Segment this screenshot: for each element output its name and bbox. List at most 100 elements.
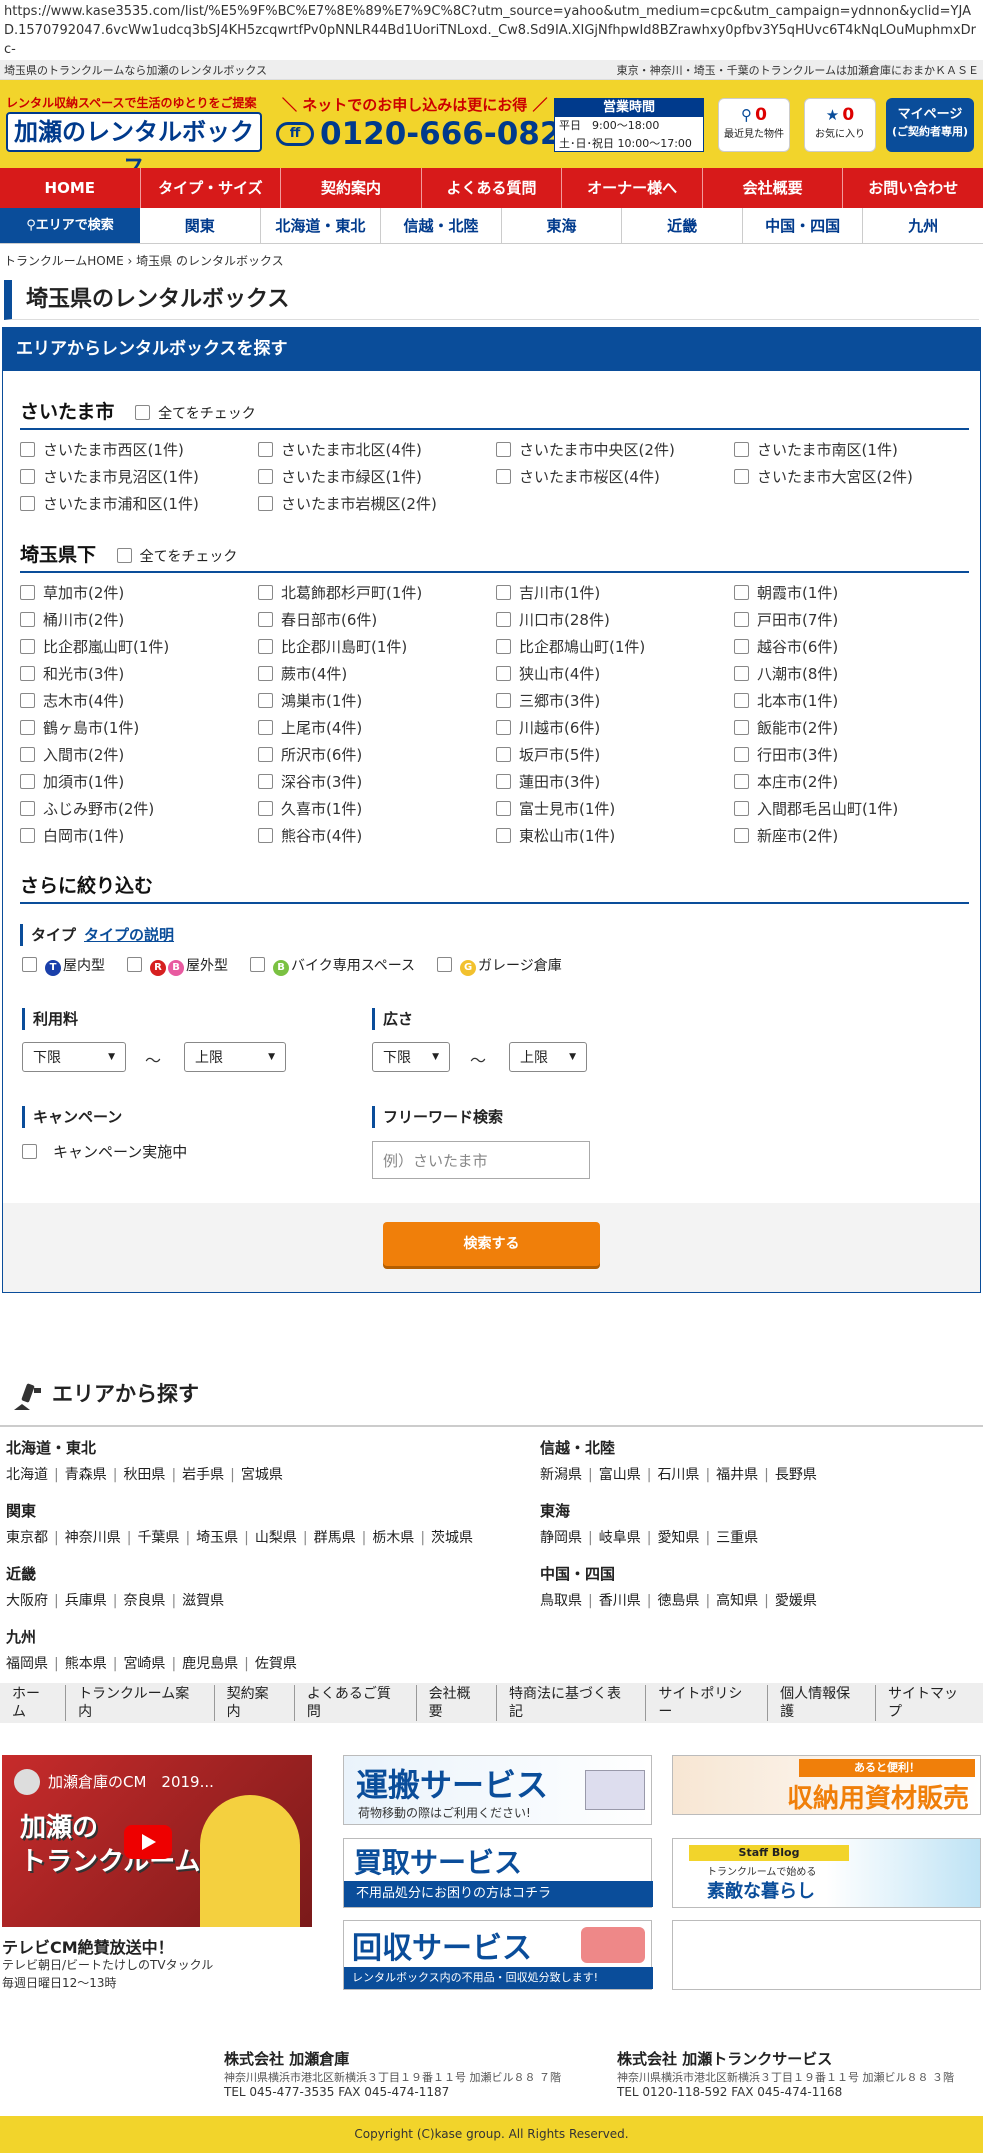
area-checkbox-item[interactable]: さいたま市桜区(4件) xyxy=(496,469,734,486)
phone-number[interactable]: ff 0120-666-082 xyxy=(276,114,561,154)
area-checkbox-item[interactable]: 北葛飾郡杉戸町(1件) xyxy=(258,585,496,602)
nav-company[interactable]: 会社概要 xyxy=(703,168,844,208)
area-checkbox-item[interactable]: 春日部市(6件) xyxy=(258,612,496,629)
unpan-service-banner[interactable]: 運搬サービス 荷物移動の際はご利用ください! xyxy=(343,1755,652,1825)
checkbox[interactable] xyxy=(258,585,273,600)
type-option-garage[interactable]: G ガレージ倉庫 xyxy=(437,955,562,976)
checkbox[interactable] xyxy=(258,801,273,816)
checkbox[interactable] xyxy=(127,957,142,972)
area-checkbox-item[interactable]: 川口市(28件) xyxy=(496,612,734,629)
pref-link[interactable]: 千葉県 xyxy=(137,1530,179,1546)
recent-viewed-button[interactable]: ⚲ 0 最近見た物件 xyxy=(718,98,790,152)
checkbox[interactable] xyxy=(20,496,35,511)
checkbox[interactable] xyxy=(496,639,511,654)
pref-link[interactable]: 熊本県 xyxy=(65,1656,107,1672)
pref-link[interactable]: 栃木県 xyxy=(372,1530,414,1546)
type-option-indoor[interactable]: T 屋内型 xyxy=(22,955,105,976)
area-checkbox-item[interactable]: 白岡市(1件) xyxy=(20,828,258,845)
area-checkbox-item[interactable]: 北本市(1件) xyxy=(734,693,970,710)
checkbox[interactable] xyxy=(496,666,511,681)
checkbox[interactable] xyxy=(734,639,749,654)
checkbox[interactable] xyxy=(496,585,511,600)
pref-link[interactable]: 香川県 xyxy=(599,1593,641,1609)
area-checkbox-item[interactable]: 飯能市(2件) xyxy=(734,720,970,737)
area-checkbox-item[interactable]: 比企郡鳩山町(1件) xyxy=(496,639,734,656)
pref-link[interactable]: 山梨県 xyxy=(255,1530,297,1546)
checkbox[interactable] xyxy=(496,774,511,789)
pref-link[interactable]: 長野県 xyxy=(775,1467,817,1483)
checkbox[interactable] xyxy=(20,693,35,708)
pref-link[interactable]: 岩手県 xyxy=(182,1467,224,1483)
pref-link[interactable]: 宮城県 xyxy=(241,1467,283,1483)
checkbox[interactable] xyxy=(258,720,273,735)
area-checkbox-item[interactable]: 加須市(1件) xyxy=(20,774,258,791)
area-checkbox-item[interactable]: 鶴ヶ島市(1件) xyxy=(20,720,258,737)
checkbox[interactable] xyxy=(734,828,749,843)
pref-link[interactable]: 三重県 xyxy=(716,1530,758,1546)
nav-faq[interactable]: よくある質問 xyxy=(422,168,563,208)
pref-link[interactable]: 石川県 xyxy=(657,1467,699,1483)
footer-nav-link[interactable]: 会社概要 xyxy=(417,1685,497,1721)
pref-link[interactable]: 秋田県 xyxy=(123,1467,165,1483)
area-checkbox-item[interactable]: さいたま市南区(1件) xyxy=(734,442,970,459)
pref-link[interactable]: 埼玉県 xyxy=(196,1530,238,1546)
nav-home[interactable]: HOME xyxy=(0,168,141,208)
checkbox[interactable] xyxy=(20,612,35,627)
area-nav-item[interactable]: 近畿 xyxy=(622,208,743,243)
checkbox[interactable] xyxy=(20,585,35,600)
area-checkbox-item[interactable]: 新座市(2件) xyxy=(734,828,970,845)
area-checkbox-item[interactable]: さいたま市大宮区(2件) xyxy=(734,469,970,486)
footer-nav-link[interactable]: サイトポリシー xyxy=(646,1685,769,1721)
nav-owner[interactable]: オーナー様へ xyxy=(562,168,703,208)
checkbox[interactable] xyxy=(734,720,749,735)
checkbox[interactable] xyxy=(20,774,35,789)
checkbox[interactable] xyxy=(734,666,749,681)
area-checkbox-item[interactable]: 上尾市(4件) xyxy=(258,720,496,737)
check-all-saitama-city[interactable]: 全てをチェック xyxy=(135,405,256,422)
checkbox[interactable] xyxy=(258,639,273,654)
favorites-button[interactable]: ★ 0 お気に入り xyxy=(804,98,876,152)
checkbox[interactable] xyxy=(734,442,749,457)
area-checkbox-item[interactable]: 本庄市(2件) xyxy=(734,774,970,791)
area-nav-item[interactable]: 信越・北陸 xyxy=(381,208,502,243)
area-nav-item[interactable]: 東海 xyxy=(502,208,623,243)
checkbox[interactable] xyxy=(22,1144,37,1159)
checkbox[interactable] xyxy=(437,957,453,972)
checkbox[interactable] xyxy=(258,496,273,511)
checkbox[interactable] xyxy=(22,957,37,972)
area-checkbox-item[interactable]: さいたま市見沼区(1件) xyxy=(20,469,258,486)
cm-video-thumbnail[interactable]: 加瀬倉庫のCM 2019... 加瀬の トランクルーム xyxy=(2,1755,312,1927)
pref-link[interactable]: 宮崎県 xyxy=(123,1656,165,1672)
footer-nav-link[interactable]: 個人情報保護 xyxy=(768,1685,877,1721)
pref-link[interactable]: 新潟県 xyxy=(540,1467,582,1483)
checkbox[interactable] xyxy=(250,957,265,972)
area-checkbox-item[interactable]: 三郷市(3件) xyxy=(496,693,734,710)
checkbox[interactable] xyxy=(496,693,511,708)
checkbox[interactable] xyxy=(20,469,35,484)
area-checkbox-item[interactable]: 川越市(6件) xyxy=(496,720,734,737)
checkbox[interactable] xyxy=(258,747,273,762)
checkbox[interactable] xyxy=(20,747,35,762)
area-checkbox-item[interactable]: 八潮市(8件) xyxy=(734,666,970,683)
area-nav-item[interactable]: 北海道・東北 xyxy=(261,208,382,243)
area-checkbox-item[interactable]: さいたま市西区(1件) xyxy=(20,442,258,459)
area-checkbox-item[interactable]: 入間郡毛呂山町(1件) xyxy=(734,801,970,818)
area-checkbox-item[interactable]: 比企郡川島町(1件) xyxy=(258,639,496,656)
nav-type-size[interactable]: タイプ・サイズ xyxy=(141,168,282,208)
mypage-button[interactable]: マイページ (ご契約者専用) xyxy=(886,98,974,152)
pref-link[interactable]: 滋賀県 xyxy=(182,1593,224,1609)
area-checkbox-item[interactable]: さいたま市中央区(2件) xyxy=(496,442,734,459)
pref-link[interactable]: 北海道 xyxy=(6,1467,48,1483)
pref-link[interactable]: 東京都 xyxy=(6,1530,48,1546)
checkbox[interactable] xyxy=(258,666,273,681)
search-button[interactable]: 検索する xyxy=(383,1222,600,1266)
pref-link[interactable]: 岐阜県 xyxy=(599,1530,641,1546)
pref-link[interactable]: 福井県 xyxy=(716,1467,758,1483)
pref-link[interactable]: 群馬県 xyxy=(314,1530,356,1546)
kaishu-service-banner[interactable]: 回収サービス レンタルボックス内の不用品・回収処分致します! xyxy=(343,1920,653,1990)
type-option-outdoor[interactable]: R B 屋外型 xyxy=(127,955,228,976)
pref-link[interactable]: 兵庫県 xyxy=(65,1593,107,1609)
freeword-input[interactable]: 例）さいたま市 xyxy=(372,1141,590,1179)
type-help-link[interactable]: タイプの説明 xyxy=(84,926,174,944)
pref-link[interactable]: 徳島県 xyxy=(657,1593,699,1609)
